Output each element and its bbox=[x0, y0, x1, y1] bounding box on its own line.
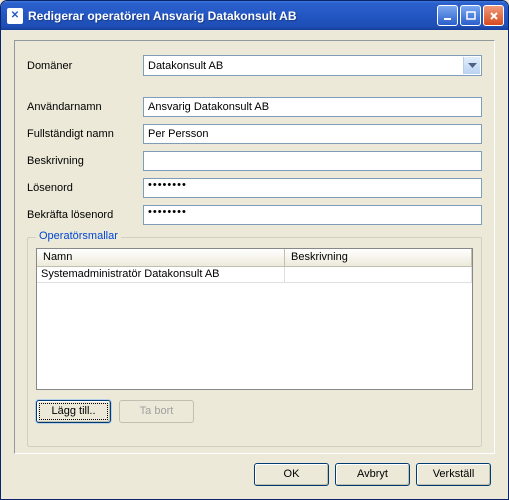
column-header-desc[interactable]: Beskrivning bbox=[285, 249, 472, 267]
cancel-button[interactable]: Avbryt bbox=[335, 463, 410, 486]
remove-button: Ta bort bbox=[119, 400, 194, 423]
password-input[interactable]: •••••••• bbox=[143, 178, 482, 198]
cell-name: Systemadministratör Datakonsult AB bbox=[37, 267, 285, 282]
fullname-label: Fullständigt namn bbox=[27, 128, 143, 140]
chevron-down-icon[interactable] bbox=[463, 57, 480, 74]
templates-grid[interactable]: Namn Beskrivning Systemadministratör Dat… bbox=[36, 248, 473, 390]
minimize-button[interactable] bbox=[437, 5, 458, 26]
templates-fieldset: Operatörsmallar Namn Beskrivning Systema… bbox=[27, 237, 482, 447]
titlebar[interactable]: ✕ Redigerar operatören Ansvarig Datakons… bbox=[1, 1, 508, 30]
app-icon: ✕ bbox=[7, 8, 23, 24]
confirm-password-input[interactable]: •••••••• bbox=[143, 205, 482, 225]
column-header-name[interactable]: Namn bbox=[37, 249, 285, 267]
close-button[interactable] bbox=[483, 5, 504, 26]
client-area: Domäner Datakonsult AB Användarnamn Full… bbox=[4, 30, 505, 496]
templates-legend: Operatörsmallar bbox=[36, 230, 121, 242]
fullname-input[interactable] bbox=[143, 124, 482, 144]
username-label: Användarnamn bbox=[27, 101, 143, 113]
description-input[interactable] bbox=[143, 151, 482, 171]
maximize-button[interactable] bbox=[460, 5, 481, 26]
ok-button[interactable]: OK bbox=[254, 463, 329, 486]
window-title: Redigerar operatören Ansvarig Datakonsul… bbox=[28, 9, 437, 23]
domain-combo[interactable]: Datakonsult AB bbox=[143, 55, 482, 76]
table-row[interactable]: Systemadministratör Datakonsult AB bbox=[37, 267, 472, 283]
window-controls bbox=[437, 5, 504, 26]
apply-button[interactable]: Verkställ bbox=[416, 463, 491, 486]
confirm-password-label: Bekräfta lösenord bbox=[27, 209, 143, 221]
dialog-window: ✕ Redigerar operatören Ansvarig Datakons… bbox=[0, 0, 509, 500]
grid-header: Namn Beskrivning bbox=[37, 249, 472, 267]
domain-label: Domäner bbox=[27, 60, 143, 72]
domain-combo-value: Datakonsult AB bbox=[148, 60, 223, 72]
add-button[interactable]: Lägg till.. bbox=[36, 400, 111, 423]
form-panel: Domäner Datakonsult AB Användarnamn Full… bbox=[14, 40, 495, 454]
cell-desc bbox=[285, 267, 472, 282]
dialog-buttons: OK Avbryt Verkställ bbox=[254, 463, 491, 486]
password-label: Lösenord bbox=[27, 182, 143, 194]
description-label: Beskrivning bbox=[27, 155, 143, 167]
username-input[interactable] bbox=[143, 97, 482, 117]
